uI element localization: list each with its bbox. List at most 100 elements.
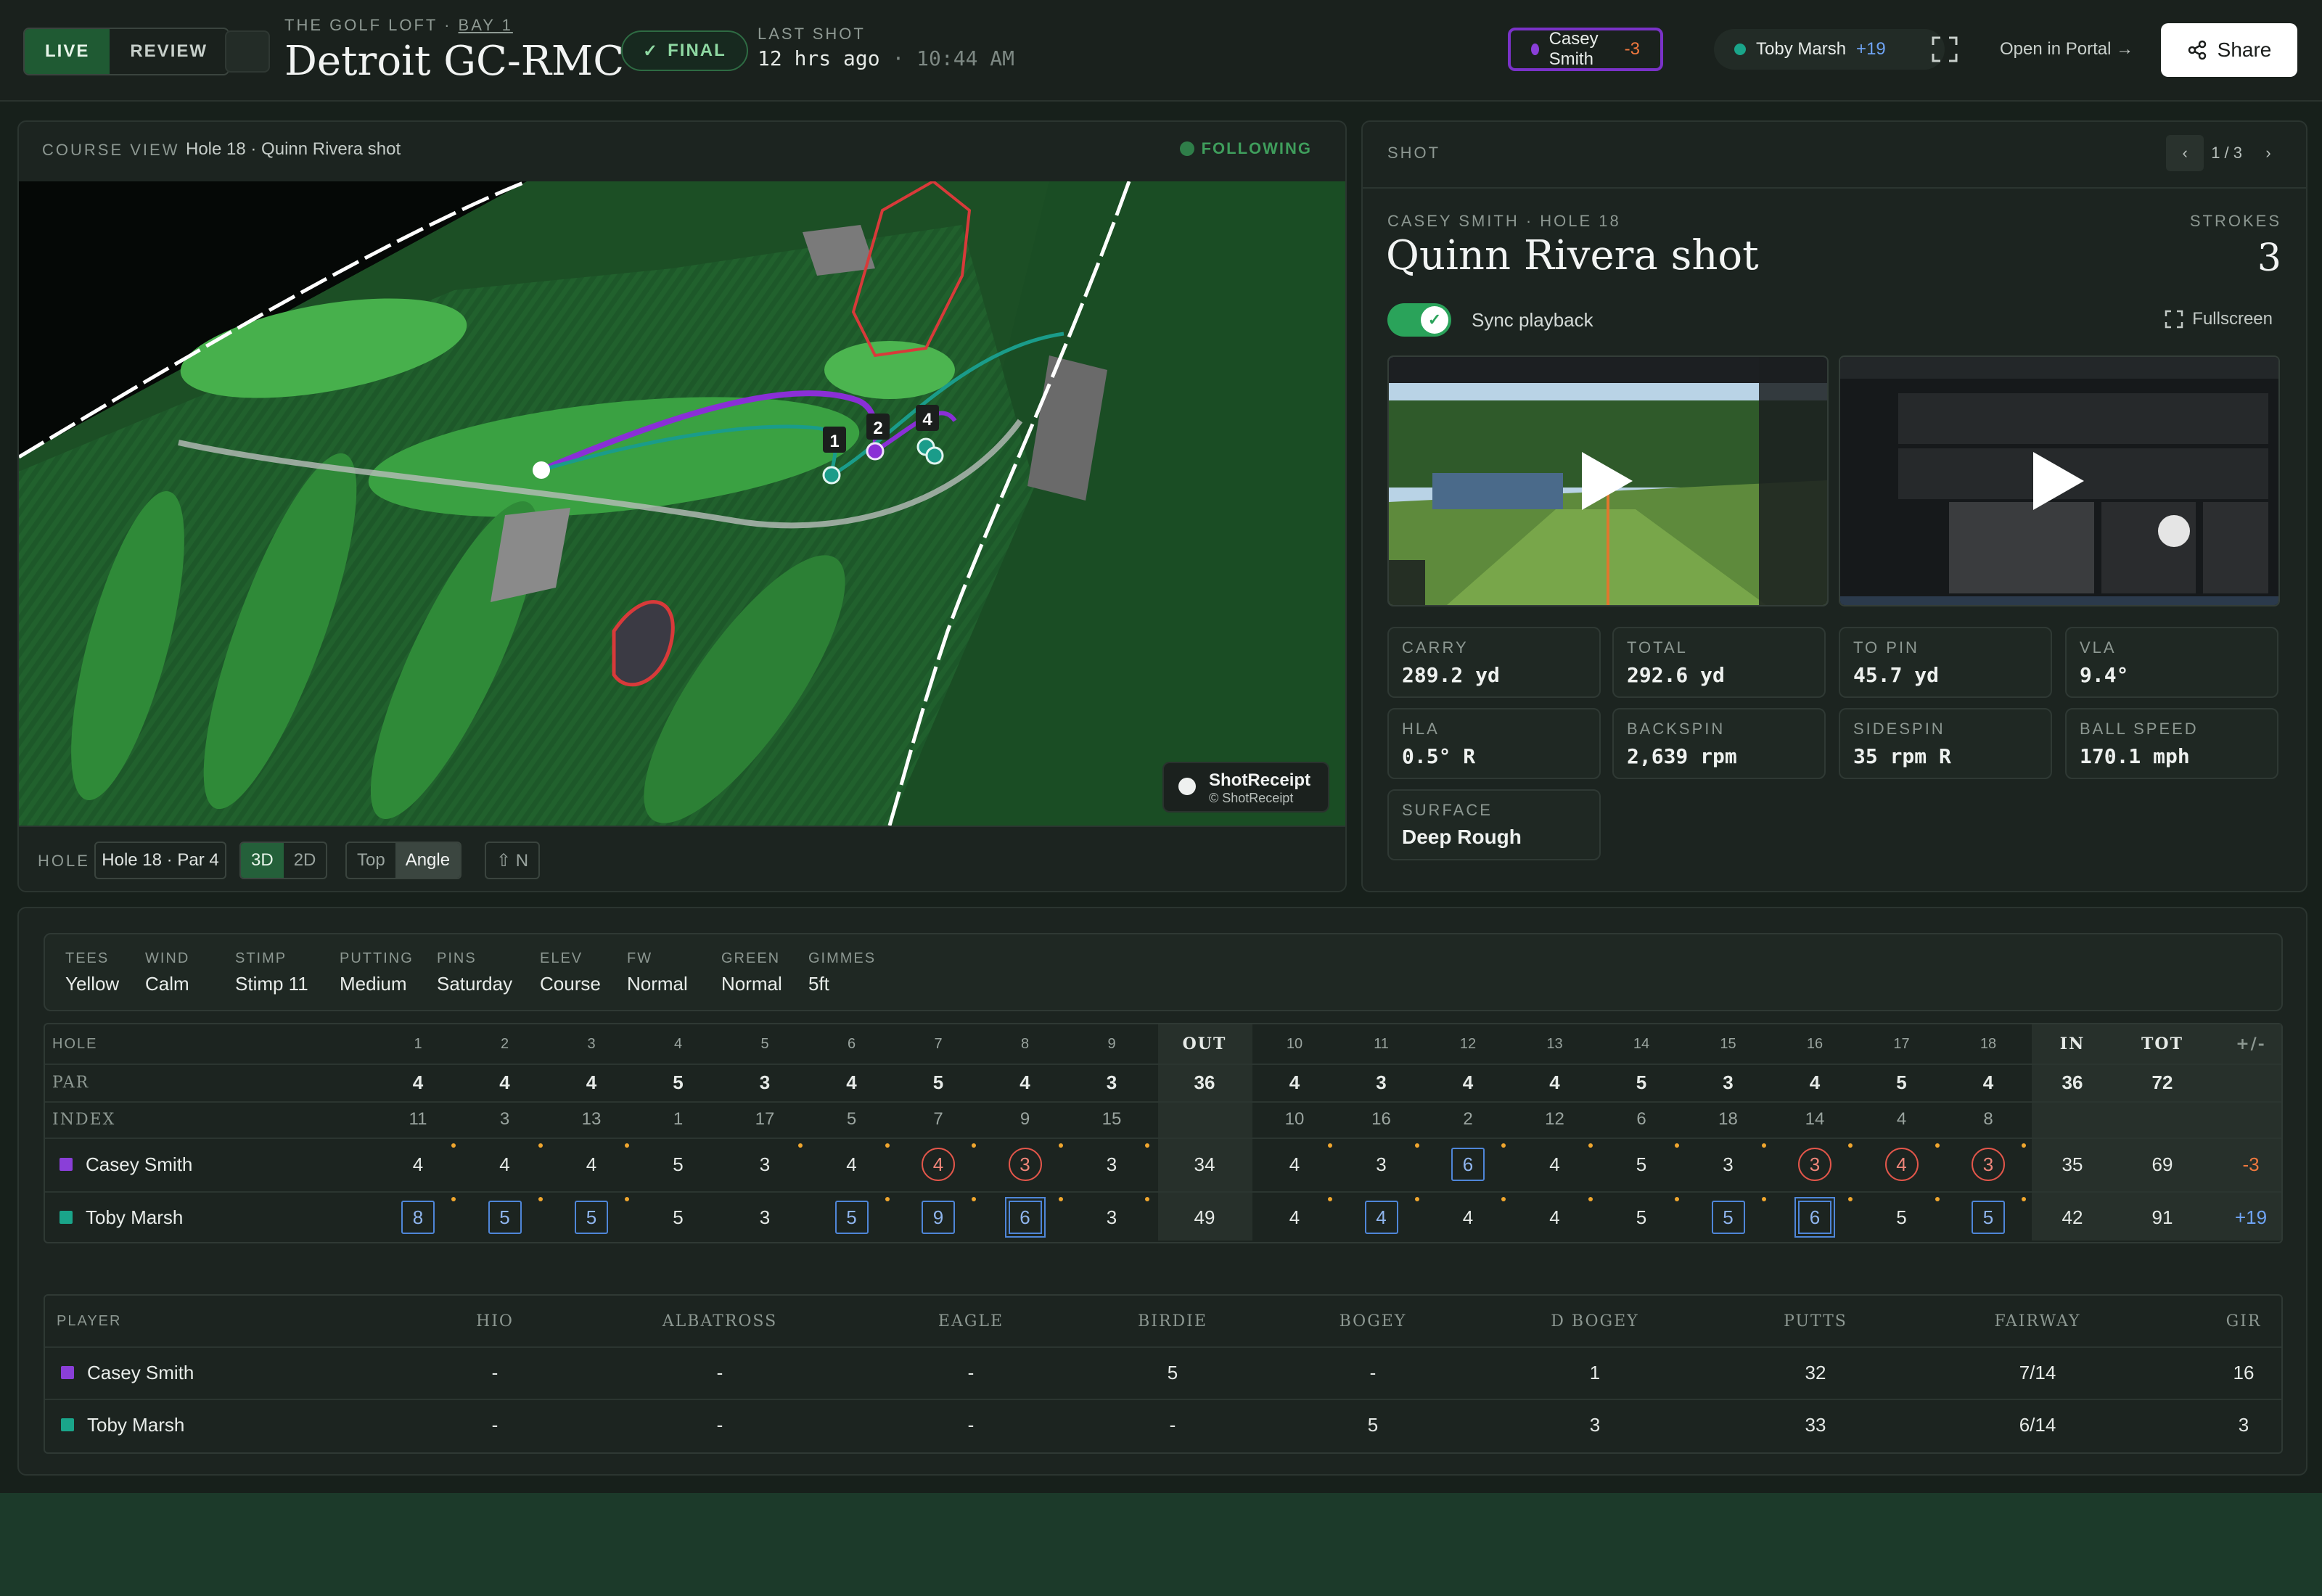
metric-label: TO PIN: [1853, 638, 1919, 657]
review-tab[interactable]: REVIEW: [110, 29, 228, 74]
video-launch-monitor[interactable]: [1839, 355, 2280, 606]
hole-score[interactable]: 4: [1258, 1191, 1331, 1243]
angle-view-button[interactable]: Angle: [395, 843, 461, 878]
metric-label: HLA: [1402, 720, 1440, 738]
ball-position-casey[interactable]: [866, 442, 885, 461]
hole-score[interactable]: 5: [555, 1191, 628, 1243]
prev-shot-button[interactable]: ‹: [2166, 135, 2204, 171]
ball-position-toby[interactable]: [925, 446, 944, 465]
shot-number-2: 2: [873, 419, 882, 438]
hole-score[interactable]: 6: [1432, 1138, 1504, 1191]
following-indicator[interactable]: FOLLOWING: [1179, 139, 1312, 158]
bay-link[interactable]: BAY 1: [459, 16, 513, 34]
bogey-square: 5: [575, 1201, 608, 1234]
index-value: 18: [1718, 1109, 1738, 1129]
stat-value: 16: [2233, 1361, 2255, 1383]
open-in-portal-link[interactable]: Open in Portal →: [2000, 39, 2133, 59]
hole-score[interactable]: 5: [642, 1138, 715, 1191]
next-shot-button[interactable]: ›: [2249, 135, 2287, 171]
hole-score[interactable]: 5: [469, 1191, 541, 1243]
shotreceipt-title: ShotReceipt: [1209, 770, 1311, 790]
putt-indicator: [2022, 1197, 2026, 1201]
share-button[interactable]: Share: [2161, 23, 2297, 77]
player-color-dot: [1531, 44, 1539, 55]
hole-header-label: HOLE: [52, 1035, 98, 1052]
player-name: Casey Smith: [60, 1138, 192, 1191]
row-divider: [45, 1191, 2281, 1193]
putt-indicator: [1328, 1143, 1332, 1148]
birdie-circle: 3: [1798, 1148, 1831, 1181]
hole-score[interactable]: 4: [1519, 1138, 1591, 1191]
stat-value: 7/14: [2019, 1361, 2056, 1383]
hole-score[interactable]: 4: [902, 1138, 975, 1191]
player-chip-name: Toby Marsh: [1756, 39, 1847, 59]
sync-toggle[interactable]: ✓: [1387, 303, 1451, 337]
metric-value: 45.7 yd: [1853, 663, 1940, 687]
play-icon[interactable]: [2033, 452, 2084, 510]
hole-number: 5: [760, 1035, 769, 1052]
hole-score[interactable]: 4: [555, 1138, 628, 1191]
hole-score[interactable]: 4: [1519, 1191, 1591, 1243]
top-view-button[interactable]: Top: [347, 843, 395, 878]
hole-score[interactable]: 5: [1952, 1191, 2024, 1243]
hole-score[interactable]: 6: [1779, 1191, 1851, 1243]
north-button[interactable]: ⇧ N: [485, 842, 541, 879]
hole-score[interactable]: 4: [1258, 1138, 1331, 1191]
hole-number: 7: [934, 1035, 943, 1052]
hole-score[interactable]: 9: [902, 1191, 975, 1243]
hole-select[interactable]: Hole 18 · Par 4: [94, 842, 226, 879]
video-sim-view[interactable]: [1387, 355, 1829, 606]
fullscreen-button[interactable]: Fullscreen: [2165, 309, 2273, 329]
hole-score[interactable]: 3: [1075, 1138, 1148, 1191]
player-in-total: 42: [2062, 1206, 2083, 1228]
condition-item: ELEV Course: [540, 950, 601, 995]
hole-score[interactable]: 5: [642, 1191, 715, 1243]
hole-score[interactable]: 5: [1605, 1191, 1678, 1243]
2d-button[interactable]: 2D: [284, 843, 327, 878]
putt-indicator: [1588, 1197, 1593, 1201]
hole-score[interactable]: 3: [1075, 1191, 1148, 1243]
check-icon: ✓: [1421, 306, 1448, 334]
hole-score[interactable]: 3: [1692, 1138, 1765, 1191]
course-map[interactable]: 1 2 4: [19, 181, 1345, 826]
player-color-swatch: [61, 1418, 74, 1431]
hole-score[interactable]: 4: [1432, 1191, 1504, 1243]
hole-score[interactable]: 3: [1779, 1138, 1851, 1191]
metric-card: VLA 9.4°: [2065, 627, 2278, 698]
hole-score[interactable]: 4: [382, 1138, 454, 1191]
hole-score[interactable]: 4: [1345, 1191, 1418, 1243]
player-chip-casey[interactable]: Casey Smith -3: [1508, 28, 1663, 71]
hole-score[interactable]: 3: [729, 1191, 801, 1243]
hole-score[interactable]: 4: [1866, 1138, 1938, 1191]
putt-indicator: [972, 1197, 976, 1201]
stat-value: 5: [1167, 1361, 1178, 1383]
index-value: 13: [581, 1109, 602, 1129]
hole-score[interactable]: 8: [382, 1191, 454, 1243]
ball-position-toby[interactable]: [822, 466, 841, 485]
metric-value: 35 rpm R: [1853, 744, 1951, 768]
live-tab[interactable]: LIVE: [25, 29, 110, 74]
bogey-square: 5: [488, 1201, 522, 1234]
hole-score[interactable]: 4: [816, 1138, 888, 1191]
player-chip-toby[interactable]: Toby Marsh +19: [1714, 29, 1945, 70]
venue-line: THE GOLF LOFT · BAY 1: [284, 16, 513, 34]
birdie-circle: 4: [1884, 1148, 1919, 1181]
hole-score[interactable]: 6: [989, 1191, 1062, 1243]
play-icon[interactable]: [1582, 452, 1633, 510]
hole-score[interactable]: 3: [729, 1138, 801, 1191]
bogey-square: 6: [1451, 1148, 1485, 1181]
expand-icon[interactable]: [1932, 36, 1958, 62]
hole-score[interactable]: 5: [1866, 1191, 1938, 1243]
metric-value: Deep Rough: [1402, 826, 1522, 848]
par-value: 4: [1289, 1071, 1300, 1093]
3d-button[interactable]: 3D: [241, 843, 284, 878]
hole-score[interactable]: 3: [989, 1138, 1062, 1191]
hole-score[interactable]: 3: [1952, 1138, 2024, 1191]
hole-score[interactable]: 5: [816, 1191, 888, 1243]
hole-score[interactable]: 5: [1692, 1191, 1765, 1243]
player-out-total: 34: [1194, 1153, 1215, 1175]
hole-number: 12: [1459, 1035, 1477, 1052]
hole-score[interactable]: 3: [1345, 1138, 1418, 1191]
hole-score[interactable]: 4: [469, 1138, 541, 1191]
hole-score[interactable]: 5: [1605, 1138, 1678, 1191]
